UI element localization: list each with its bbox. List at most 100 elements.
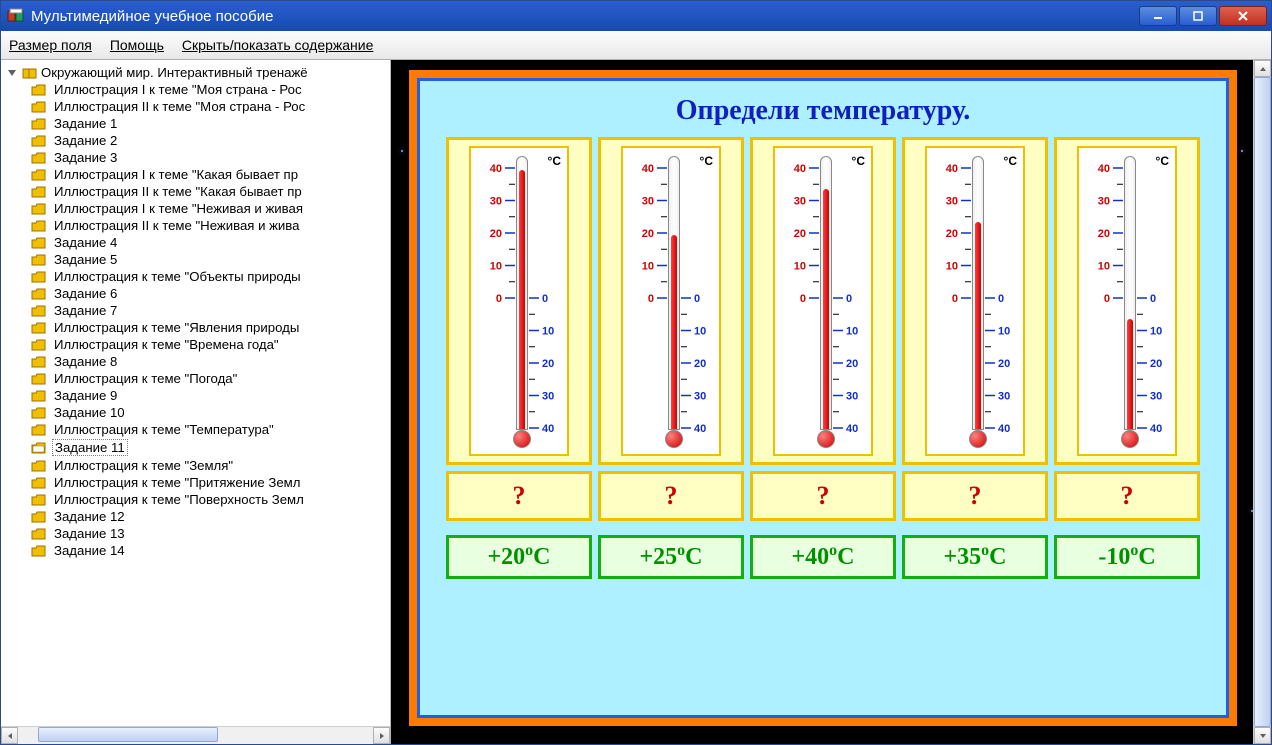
maximize-button[interactable]	[1179, 6, 1217, 26]
tree-item-label: Иллюстрация к теме "Земля"	[52, 458, 235, 473]
svg-text:10: 10	[946, 261, 958, 273]
tree-item[interactable]: Задание 4	[1, 234, 390, 251]
tree-item[interactable]: Иллюстрация к теме "Земля"	[1, 457, 390, 474]
unit-label: °C	[700, 154, 713, 168]
svg-text:10: 10	[490, 261, 502, 273]
app-icon	[7, 7, 25, 25]
tree-item[interactable]: Задание 5	[1, 251, 390, 268]
collapse-icon[interactable]	[7, 67, 18, 78]
tree-item-label: Задание 9	[52, 388, 119, 403]
tree-item-label: Иллюстрация к теме "Температура"	[52, 422, 276, 437]
tree-item[interactable]: Иллюстрация к теме "Явления природы	[1, 319, 390, 336]
content-scrollbar-v[interactable]	[1253, 60, 1271, 744]
svg-text:10: 10	[794, 261, 806, 273]
svg-text:10: 10	[694, 326, 706, 338]
scroll-right-icon[interactable]	[373, 727, 390, 744]
svg-text:20: 20	[1150, 358, 1162, 370]
tree-item[interactable]: Задание 1	[1, 115, 390, 132]
option[interactable]: +25oC	[598, 535, 744, 579]
page-icon	[31, 305, 46, 317]
tree-item[interactable]: Иллюстрация I к теме "Неживая и живая	[1, 200, 390, 217]
answer-slot[interactable]: ?	[750, 471, 896, 521]
page-icon	[31, 152, 46, 164]
mercury	[519, 170, 525, 430]
tree-item[interactable]: Задание 13	[1, 525, 390, 542]
tree-item[interactable]: Иллюстрация к теме "Температура"	[1, 421, 390, 438]
tree-item[interactable]: Задание 7	[1, 302, 390, 319]
mercury	[823, 189, 829, 429]
svg-text:30: 30	[542, 391, 554, 403]
tree-item-label: Иллюстрация к теме "Явления природы	[52, 320, 301, 335]
tree-item-label: Иллюстрация II к теме "Какая бывает пр	[52, 184, 304, 199]
answer-slot[interactable]: ?	[598, 471, 744, 521]
tree-item[interactable]: Иллюстрация к теме "Поверхность Земл	[1, 491, 390, 508]
svg-text:20: 20	[946, 228, 958, 240]
tree-item[interactable]: Иллюстрация II к теме "Какая бывает пр	[1, 183, 390, 200]
svg-text:30: 30	[846, 391, 858, 403]
tree-item-label: Иллюстрация к теме "Поверхность Земл	[52, 492, 306, 507]
tree-item[interactable]: Иллюстрация I к теме "Какая бывает пр	[1, 166, 390, 183]
svg-text:0: 0	[952, 293, 958, 305]
answer-slot[interactable]: ?	[446, 471, 592, 521]
svg-text:0: 0	[694, 293, 700, 305]
tree-item[interactable]: Задание 9	[1, 387, 390, 404]
tree-item[interactable]: Задание 11	[1, 438, 390, 457]
sidebar-scrollbar-h[interactable]	[1, 726, 390, 744]
close-button[interactable]	[1219, 6, 1267, 26]
svg-text:30: 30	[998, 391, 1010, 403]
page-icon	[31, 494, 46, 506]
menu-toggle-toc[interactable]: Скрыть/показать содержание	[182, 37, 373, 53]
thermometer-tube	[820, 156, 832, 430]
tree-item[interactable]: Задание 12	[1, 508, 390, 525]
page-icon	[31, 186, 46, 198]
svg-text:20: 20	[1098, 228, 1110, 240]
answer-slot[interactable]: ?	[1054, 471, 1200, 521]
tree-item[interactable]: Задание 3	[1, 149, 390, 166]
tree-item-label: Иллюстрация II к теме "Неживая и жива	[52, 218, 302, 233]
svg-text:30: 30	[946, 196, 958, 208]
menu-help[interactable]: Помощь	[110, 37, 164, 53]
tree-item[interactable]: Иллюстрация к теме "Времена года"	[1, 336, 390, 353]
tree-item[interactable]: Задание 2	[1, 132, 390, 149]
tree-item[interactable]: Задание 14	[1, 542, 390, 559]
scroll-up-icon[interactable]	[1254, 60, 1271, 77]
tree-item-label: Иллюстрация к теме "Объекты природы	[52, 269, 303, 284]
tree-item[interactable]: Иллюстрация к теме "Объекты природы	[1, 268, 390, 285]
tree-item[interactable]: Иллюстрация I к теме "Моя страна - Рос	[1, 81, 390, 98]
scroll-left-icon[interactable]	[1, 727, 18, 744]
tree-item[interactable]: Иллюстрация к теме "Притяжение Земл	[1, 474, 390, 491]
answer-slot[interactable]: ?	[902, 471, 1048, 521]
option[interactable]: +20oC	[446, 535, 592, 579]
tree-item[interactable]: Задание 10	[1, 404, 390, 421]
toc-tree[interactable]: Окружающий мир. Интерактивный тренажё Ил…	[1, 60, 390, 726]
page-icon	[31, 477, 46, 489]
tree-item[interactable]: Иллюстрация II к теме "Неживая и жива	[1, 217, 390, 234]
tree-root[interactable]: Окружающий мир. Интерактивный тренажё	[1, 64, 390, 81]
thermometer-bulb	[1121, 430, 1139, 448]
thermometer-body: °C010203040403020100	[773, 146, 873, 456]
scroll-thumb-h[interactable]	[38, 727, 218, 742]
option[interactable]: +40oC	[750, 535, 896, 579]
tree-item-label: Иллюстрация к теме "Погода"	[52, 371, 239, 386]
scroll-thumb-v[interactable]	[1254, 77, 1271, 727]
tree-item-label: Иллюстрация II к теме "Моя страна - Рос	[52, 99, 307, 114]
option[interactable]: +35oC	[902, 535, 1048, 579]
menu-field-size[interactable]: Размер поля	[9, 37, 92, 53]
tree-item-label: Задание 2	[52, 133, 119, 148]
thermometer: °C010203040403020100	[750, 137, 896, 465]
thermometer: °C010203040403020100	[598, 137, 744, 465]
svg-text:20: 20	[998, 358, 1010, 370]
tree-item[interactable]: Иллюстрация к теме "Погода"	[1, 370, 390, 387]
tree-item[interactable]: Задание 6	[1, 285, 390, 302]
page-icon	[31, 237, 46, 249]
option[interactable]: -10oC	[1054, 535, 1200, 579]
svg-text:10: 10	[1098, 261, 1110, 273]
tree-item[interactable]: Иллюстрация II к теме "Моя страна - Рос	[1, 98, 390, 115]
scroll-down-icon[interactable]	[1254, 727, 1271, 744]
tree-item[interactable]: Задание 8	[1, 353, 390, 370]
page-icon	[31, 545, 46, 557]
minimize-button[interactable]	[1139, 6, 1177, 26]
book-icon	[22, 67, 37, 79]
svg-text:30: 30	[1098, 196, 1110, 208]
svg-text:0: 0	[496, 293, 502, 305]
